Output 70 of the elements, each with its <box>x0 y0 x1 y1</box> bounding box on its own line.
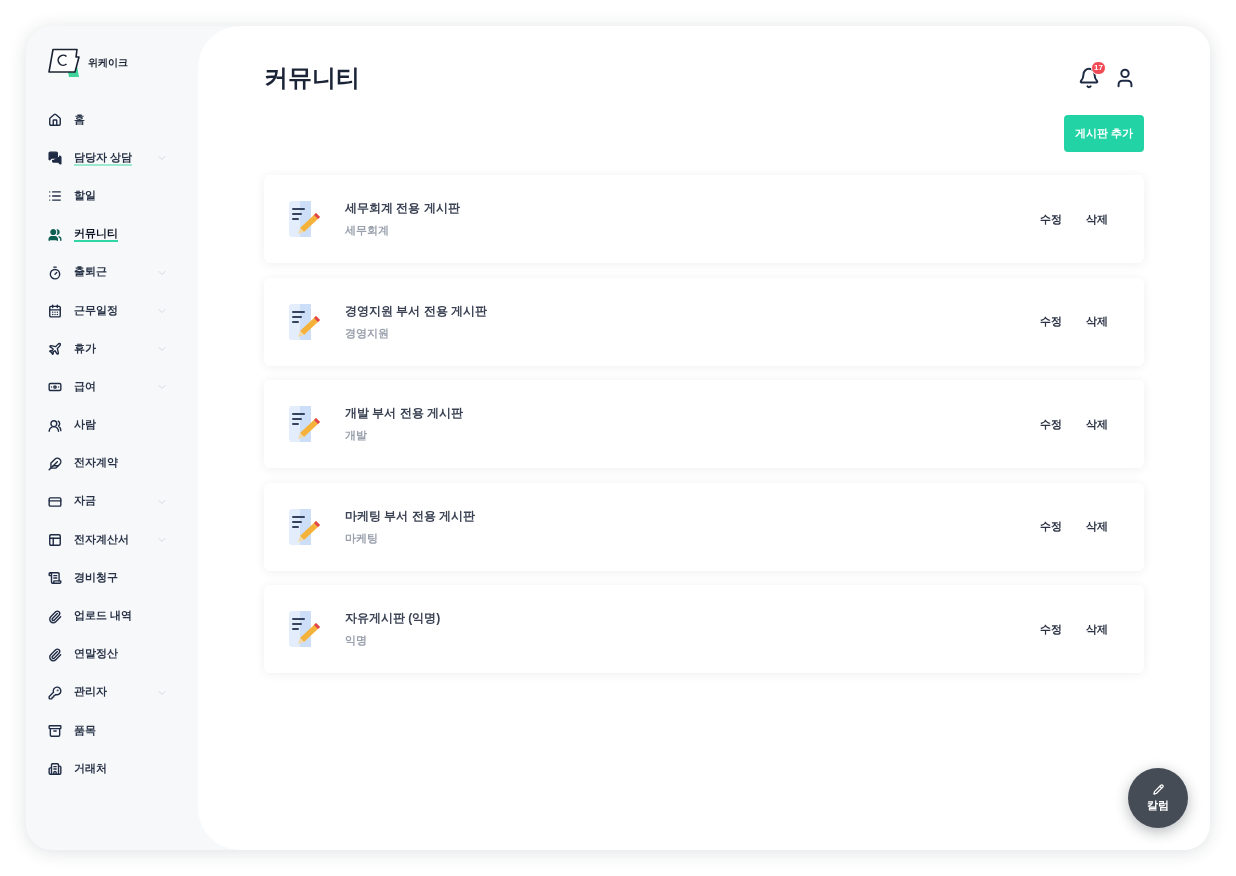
sidebar-item[interactable]: 홈 <box>47 101 168 140</box>
edit-button[interactable]: 수정 <box>1040 314 1062 329</box>
brand-name: 위케이크 <box>88 56 128 70</box>
delete-button[interactable]: 삭제 <box>1086 211 1108 227</box>
board-title: 세무회계 전용 게시판 <box>345 200 460 217</box>
sidebar-item[interactable]: 휴가 <box>47 330 168 369</box>
edit-button[interactable]: 수정 <box>1040 519 1062 534</box>
sidebar-item[interactable]: 거래처 <box>47 750 168 789</box>
board-category: 세무회계 <box>345 223 390 238</box>
delete-button[interactable]: 삭제 <box>1086 314 1108 329</box>
sidebar-item[interactable]: 사람 <box>47 406 168 445</box>
board-category: 마케팅 <box>345 530 379 546</box>
edit-button[interactable]: 수정 <box>1040 621 1062 637</box>
sidebar-item[interactable]: 품목 <box>47 712 168 751</box>
sidebar-item[interactable]: 급여 <box>47 368 168 407</box>
pencil-icon <box>1152 783 1164 795</box>
chat-bubbles-icon <box>48 151 62 166</box>
calendar-icon <box>48 304 62 319</box>
board-category: 경영지원 <box>345 325 390 341</box>
building-icon <box>48 762 62 777</box>
card-icon <box>48 494 62 509</box>
sidebar-item[interactable]: 출퇴근 <box>47 253 168 292</box>
people-icon <box>48 227 62 242</box>
delete-button[interactable]: 삭제 <box>1086 621 1108 637</box>
sidebar-item[interactable]: 담당자 상담 <box>47 139 168 178</box>
sidebar-item[interactable]: 커뮤니티 <box>47 215 168 254</box>
board-title: 마케팅 부서 전용 게시판 <box>345 507 475 525</box>
document-pencil-icon <box>289 508 321 545</box>
key-icon <box>48 685 62 700</box>
people-icon <box>48 418 62 433</box>
delete-button[interactable]: 삭제 <box>1086 519 1108 534</box>
home-icon <box>48 113 62 128</box>
paperclip-icon <box>48 609 62 624</box>
board-title: 경영지원 부서 전용 게시판 <box>345 302 487 320</box>
board-card[interactable]: 세무회계 전용 게시판 세무회계 수정 삭제 <box>264 175 1144 263</box>
page-title: 커뮤니티 <box>264 63 360 93</box>
edit-button[interactable]: 수정 <box>1040 211 1062 227</box>
sidebar-item[interactable]: 업로드 내역 <box>47 597 168 636</box>
sidebar-item[interactable]: 경비청구 <box>47 559 168 598</box>
sidebar-item[interactable]: 전자계약 <box>47 444 168 483</box>
archive-box-icon <box>48 724 62 739</box>
board-category: 개발 <box>345 428 368 443</box>
sidebar-item[interactable]: 자금 <box>47 482 168 522</box>
board-card[interactable]: 경영지원 부서 전용 게시판 경영지원 수정 삭제 <box>264 277 1144 366</box>
layout-icon <box>48 533 62 548</box>
document-pencil-icon <box>289 611 321 647</box>
edit-button[interactable]: 수정 <box>1040 416 1062 432</box>
plane-icon <box>48 342 62 357</box>
sidebar-item[interactable]: 연말정산 <box>47 635 168 674</box>
delete-button[interactable]: 삭제 <box>1086 416 1108 432</box>
paperclip-icon <box>48 647 62 662</box>
feather-icon <box>48 456 62 471</box>
board-title: 개발 부서 전용 게시판 <box>345 405 463 422</box>
document-pencil-icon <box>289 406 321 442</box>
board-title: 자유게시판 (익명) <box>345 610 441 627</box>
document-pencil-icon <box>289 201 321 237</box>
notification-count: 17 <box>1091 61 1106 75</box>
document-pencil-icon <box>289 303 321 340</box>
sidebar-item[interactable]: 전자계산서 <box>47 521 168 560</box>
logo-icon <box>47 48 81 78</box>
sidebar-item[interactable]: 근무일정 <box>47 291 168 331</box>
board-card[interactable]: 개발 부서 전용 게시판 개발 수정 삭제 <box>264 380 1144 468</box>
sidebar-item[interactable]: 관리자 <box>47 673 168 712</box>
board-card[interactable]: 마케팅 부서 전용 게시판 마케팅 수정 삭제 <box>264 482 1144 571</box>
board-category: 익명 <box>345 633 368 648</box>
scroll-icon <box>48 571 62 586</box>
sidebar-item[interactable]: 할일 <box>47 177 168 216</box>
board-card[interactable]: 자유게시판 (익명) 익명 수정 삭제 <box>264 585 1144 673</box>
list-icon <box>48 189 62 204</box>
stopwatch-icon <box>48 265 62 280</box>
